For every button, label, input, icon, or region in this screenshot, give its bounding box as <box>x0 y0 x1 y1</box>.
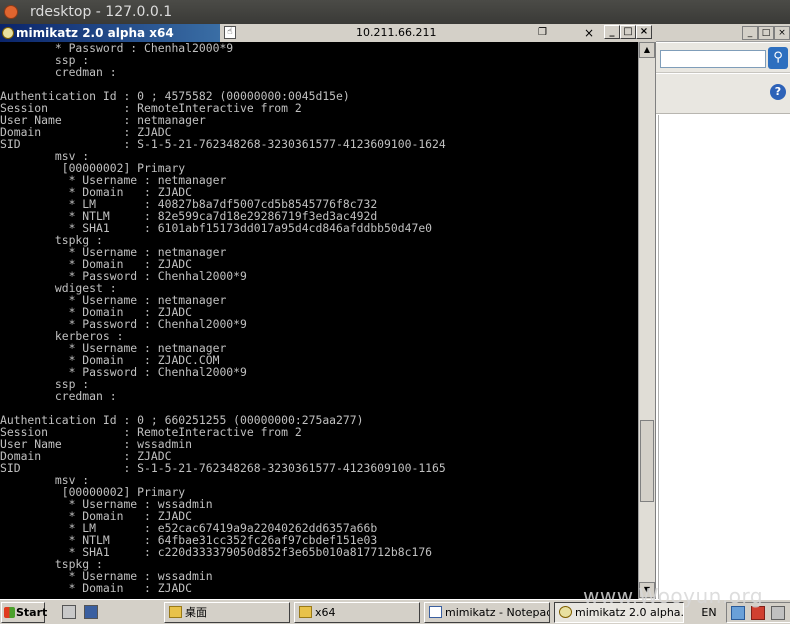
speaker-icon[interactable] <box>771 606 785 620</box>
security-icon[interactable] <box>751 606 765 620</box>
help-icon[interactable]: ? <box>770 84 786 100</box>
browser-titlebar: _ □ × <box>656 24 790 42</box>
console-titlebar[interactable]: mimikatz 2.0 alpha x64 <box>0 24 220 42</box>
scroll-up-button[interactable]: ▲ <box>639 42 655 58</box>
console-line: SID : S-1-5-21-762348268-3230361577-4123… <box>0 461 446 475</box>
watermark: www.Wooyun.org <box>583 584 764 608</box>
windows-flag-icon <box>4 607 15 618</box>
search-icon[interactable]: ⚲ <box>768 47 788 69</box>
server-manager-icon[interactable] <box>62 605 76 619</box>
network-icon[interactable] <box>731 606 745 620</box>
mimikatz-icon <box>559 606 572 618</box>
folder-icon <box>299 606 312 618</box>
console-line: * Password : Chenhal2000*9 <box>0 365 247 379</box>
restore-icon[interactable]: ❐ <box>538 26 547 40</box>
maximize-button[interactable]: □ <box>758 26 774 40</box>
mimikatz-icon <box>2 27 14 39</box>
start-button[interactable]: Start <box>1 602 48 623</box>
console-title: mimikatz 2.0 alpha x64 <box>16 26 174 40</box>
folder-icon <box>169 606 182 618</box>
console-line: SID : S-1-5-21-762348268-3230361577-4123… <box>0 137 446 151</box>
vertical-scrollbar[interactable]: ▲ ▼ <box>638 42 655 599</box>
console-line: credman : <box>0 65 117 79</box>
start-label: Start <box>16 606 48 619</box>
minimize-button[interactable]: _ <box>604 25 620 39</box>
command-prompt-icon[interactable] <box>84 605 98 619</box>
minimize-button[interactable]: _ <box>742 26 758 40</box>
close-button[interactable]: × <box>774 26 790 40</box>
divider <box>658 115 659 599</box>
close-button[interactable]: × <box>636 25 652 39</box>
console-line: * Domain : ZJADC <box>0 581 193 595</box>
close-icon[interactable]: × <box>584 25 594 41</box>
taskbar-item-x64[interactable]: x64 <box>294 602 420 623</box>
close-icon[interactable] <box>4 5 18 19</box>
remote-connection-bar: ☝ 10.211.66.211 ❐ × _ □ × <box>220 24 656 42</box>
taskbar-item-label: 桌面 <box>185 606 207 619</box>
pin-icon[interactable]: ☝ <box>224 26 236 39</box>
mimikatz-console-window[interactable]: mimikatz 2.0 alpha x64 ☝ 10.211.66.211 ❐… <box>0 24 656 599</box>
taskbar-item-label: x64 <box>315 606 336 619</box>
rdesktop-titlebar: rdesktop - 127.0.0.1 <box>0 0 790 24</box>
browser-toolbar: ? <box>656 74 790 114</box>
maximize-button[interactable]: □ <box>620 25 636 39</box>
console-line: * Password : Chenhal2000*9 <box>0 42 234 55</box>
taskbar-item-label: mimikatz - Notepad <box>445 606 550 619</box>
taskbar-item-desktop[interactable]: 桌面 <box>164 602 290 623</box>
browser-address-bar: ⚲ <box>656 43 790 73</box>
taskbar-item-notepad[interactable]: mimikatz - Notepad <box>424 602 550 623</box>
notepad-icon <box>429 606 442 618</box>
address-input[interactable] <box>660 50 766 68</box>
scroll-thumb[interactable] <box>640 420 654 502</box>
console-line: credman : <box>0 389 117 403</box>
window-title: rdesktop - 127.0.0.1 <box>30 4 173 20</box>
background-browser-window[interactable]: _ □ × ⚲ ? <box>656 24 790 599</box>
console-output[interactable]: * Password : Chenhal2000*9 ssp : credman… <box>0 42 638 599</box>
remote-ip: 10.211.66.211 <box>356 26 437 39</box>
